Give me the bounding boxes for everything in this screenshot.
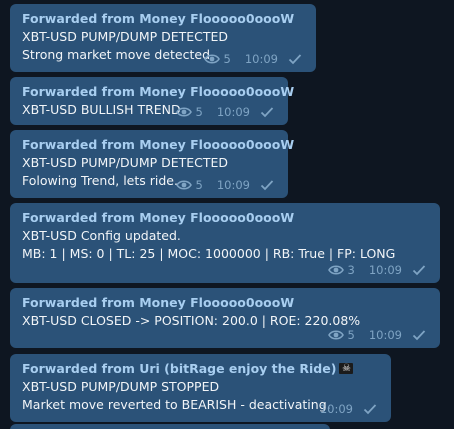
message-meta: 3 10:09	[327, 263, 426, 277]
view-count: 3	[347, 263, 355, 277]
forwarded-from-label[interactable]: Forwarded from Money Flooooo0oooW	[22, 83, 294, 101]
message-meta: 5 10:09	[175, 105, 274, 119]
message-meta: 5 10:09	[175, 178, 274, 192]
message-meta: 5 10:09	[327, 328, 426, 342]
check-icon	[288, 54, 302, 65]
forwarded-from-label[interactable]: Forwarded from Money Flooooo0oooW	[22, 136, 294, 154]
message-time: 10:09	[319, 402, 353, 416]
view-count: 5	[195, 105, 203, 119]
check-icon	[412, 330, 426, 341]
eye-icon	[175, 107, 192, 117]
view-count: 5	[195, 178, 203, 192]
forwarded-from-label[interactable]: Forwarded from Uri (bitRage enjoy the Ri…	[22, 360, 379, 378]
message-text-line: MB: 1 | MS: 0 | TL: 25 | MOC: 1000000 | …	[22, 246, 396, 261]
forwarded-from-label[interactable]: Forwarded from Money Flooooo0oooW	[22, 294, 428, 312]
eye-icon	[175, 180, 192, 190]
check-icon	[363, 404, 377, 415]
eye-icon	[327, 265, 344, 275]
message-time: 10:09	[368, 328, 402, 342]
forwarded-from-text[interactable]: Forwarded from Uri (bitRage enjoy the Ri…	[22, 361, 336, 376]
next-message-bubble-edge	[10, 424, 330, 429]
message-text-line: XBT-USD PUMP/DUMP DETECTED	[22, 29, 229, 44]
message-meta: 10:09	[320, 402, 377, 416]
forwarded-from-label[interactable]: Forwarded from Money Flooooo0oooW	[22, 10, 304, 28]
message-bubble[interactable]: Forwarded from Money Flooooo0oooW XBT-US…	[10, 203, 440, 283]
forwarded-from-label[interactable]: Forwarded from Money Flooooo0oooW	[22, 209, 428, 227]
check-icon	[260, 180, 274, 191]
message-meta: 5 10:09	[203, 52, 302, 66]
message-time: 10:09	[216, 178, 250, 192]
message-time: 10:09	[244, 52, 278, 66]
message-text-line: XBT-USD PUMP/DUMP STOPPED	[22, 379, 220, 394]
check-icon	[412, 265, 426, 276]
message-bubble[interactable]: Forwarded from Uri (bitRage enjoy the Ri…	[10, 354, 391, 422]
eye-icon	[203, 54, 220, 64]
message-bubble[interactable]: Forwarded from Money Flooooo0oooW XBT-US…	[10, 77, 294, 125]
view-count: 5	[347, 328, 355, 342]
message-bubble[interactable]: Forwarded from Money Flooooo0oooW XBT-US…	[10, 130, 294, 198]
message-bubble[interactable]: Forwarded from Money Flooooo0oooW XBT-US…	[10, 288, 440, 348]
eye-icon	[327, 330, 344, 340]
view-count: 5	[223, 52, 231, 66]
message-time: 10:09	[216, 105, 250, 119]
message-bubble[interactable]: Forwarded from Money Flooooo0oooW XBT-US…	[10, 4, 316, 72]
check-icon	[260, 107, 274, 118]
message-time: 10:09	[368, 263, 402, 277]
message-text-line: XBT-USD PUMP/DUMP DETECTED	[22, 155, 229, 170]
pirate-flag-icon	[339, 360, 354, 378]
channel-message-feed: Forwarded from Money Flooooo0oooW XBT-US…	[0, 0, 454, 429]
message-text-line: XBT-USD Config updated.	[22, 228, 181, 243]
